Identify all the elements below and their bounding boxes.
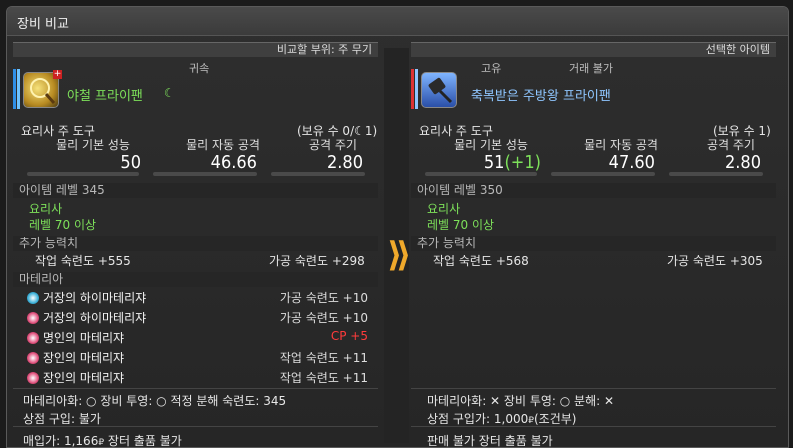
materia-value-1: 가공 숙련도 +10 [279,291,368,305]
right-shop-price: 상점 구입가: 1,000 [427,412,529,426]
left-panel: 비교할 부위: 주 무기 귀속 + 야철 프라이팬 ☾ 요리사 주 도구 (보유… [13,42,378,447]
materia-name-1: 거장의 하이마테리쟈 [43,291,147,305]
right-rarity-bar [411,69,414,109]
materia-value-5: 작업 숙련도 +11 [279,371,368,385]
frying-pan-icon [428,77,453,104]
right-tag-unique: 고유 [481,62,502,75]
right-header-bar: 선택한 아이템 [411,42,776,57]
title-bar[interactable]: 장비 비교 [7,7,788,36]
materia-value-4: 작업 숙련도 +11 [279,351,368,365]
materia-name-3: 명인의 마테리쟈 [43,331,125,345]
left-stat-bar-1 [27,172,139,176]
left-footer-1: 마테리아화: ○ 장비 투영: ○ 적정 분해 숙련도: 345 [23,394,287,408]
left-divider-2 [13,426,378,427]
right-job: 요리사 [427,202,461,216]
collectable-icon: ☾ [164,86,175,100]
left-stat-bar-3 [271,172,365,176]
left-divider [13,388,378,389]
right-stat-label-1: 물리 기본 성능 [454,138,528,152]
left-rarity-bar-2 [17,69,20,109]
plus-badge-icon: + [53,69,62,79]
left-item-name: 야철 프라이팬 [67,89,143,104]
materia-value-3: CP +5 [330,329,368,343]
right-tag-untradable: 거래 불가 [569,62,613,75]
left-bonus-2: 가공 숙련도 +298 [269,254,365,268]
left-rarity-bar [13,69,16,109]
right-level-req: 레벨 70 이상 [427,218,495,232]
right-stat-label-2: 물리 자동 공격 [584,138,658,152]
gil-icon: ₽ [98,438,105,448]
materia-icon [27,332,39,344]
left-header: 비교할 부위: 주 무기 [276,43,372,56]
right-item-icon[interactable] [421,72,457,108]
left-footer-2: 상점 구입: 불가 [23,412,101,426]
left-level-req: 레벨 70 이상 [29,218,97,232]
compare-arrow-icon: ⟫ [387,235,412,275]
right-stat-bar-2 [551,172,655,176]
left-item-level: 아이템 레벨 345 [13,183,378,198]
left-stat-label-1: 물리 기본 성능 [56,138,130,152]
left-job: 요리사 [29,202,63,216]
left-stat-label-2: 물리 자동 공격 [186,138,260,152]
compare-window: 장비 비교 비교할 부위: 주 무기 귀속 + 야철 프라이팬 ☾ 요리사 주 … [6,6,789,448]
left-stat-label-3: 공격 주기 [309,138,357,152]
left-header-bar: 비교할 부위: 주 무기 [13,42,378,57]
materia-icon [27,352,39,364]
right-divider-2 [411,426,776,427]
right-panel: 선택한 아이템 고유 거래 불가 축복받은 주방왕 프라이팬 요리사 주 도구 … [411,42,776,447]
left-stat-value-3: 2.80 [326,152,363,173]
left-materia-title: 마테리아 [13,272,378,287]
materia-icon [27,312,39,324]
materia-value-2: 가공 숙련도 +10 [279,311,368,325]
right-rarity-bar-2 [415,69,418,109]
left-bonus-title: 추가 능력치 [13,236,378,251]
materia-icon [27,372,39,384]
right-shop-condition: (조건부) [533,412,577,426]
right-divider [411,388,776,389]
right-stat-value-3: 2.80 [724,152,761,173]
right-stat-bar-1 [425,172,537,176]
right-stat-label-3: 공격 주기 [707,138,755,152]
right-bonus-1: 작업 숙련도 +568 [433,254,529,268]
right-bonus-2: 가공 숙련도 +305 [667,254,763,268]
right-stat-value-1: 51(+1) [431,152,541,173]
right-item-name: 축복받은 주방왕 프라이팬 [471,89,611,104]
right-footer-2: 상점 구입가: 1,000₽(조건부) [427,410,576,427]
materia-icon [27,292,39,304]
right-bonus-title: 추가 능력치 [411,236,776,251]
right-item-level: 아이템 레벨 350 [411,183,776,198]
materia-name-2: 거장의 하이마테리쟈 [43,311,147,325]
materia-name-5: 장인의 마테리쟈 [43,371,125,385]
window-title: 장비 비교 [17,17,69,32]
left-tag: 귀속 [189,62,210,75]
right-header: 선택한 아이템 [705,43,770,56]
right-stat-value-1-num: 51 [483,152,505,173]
left-stat-bar-2 [153,172,257,176]
right-stat-diff: (+1) [504,152,541,173]
right-stat-value-2: 47.60 [608,152,655,173]
left-bonus-1: 작업 숙련도 +555 [35,254,131,268]
left-stat-value-2: 46.66 [210,152,257,173]
materia-name-4: 장인의 마테리쟈 [43,351,125,365]
right-stat-bar-3 [669,172,763,176]
right-footer-1: 마테리아화: ✕ 장비 투영: ○ 분해: ✕ [427,394,615,408]
left-stat-value-1: 50 [120,152,141,173]
